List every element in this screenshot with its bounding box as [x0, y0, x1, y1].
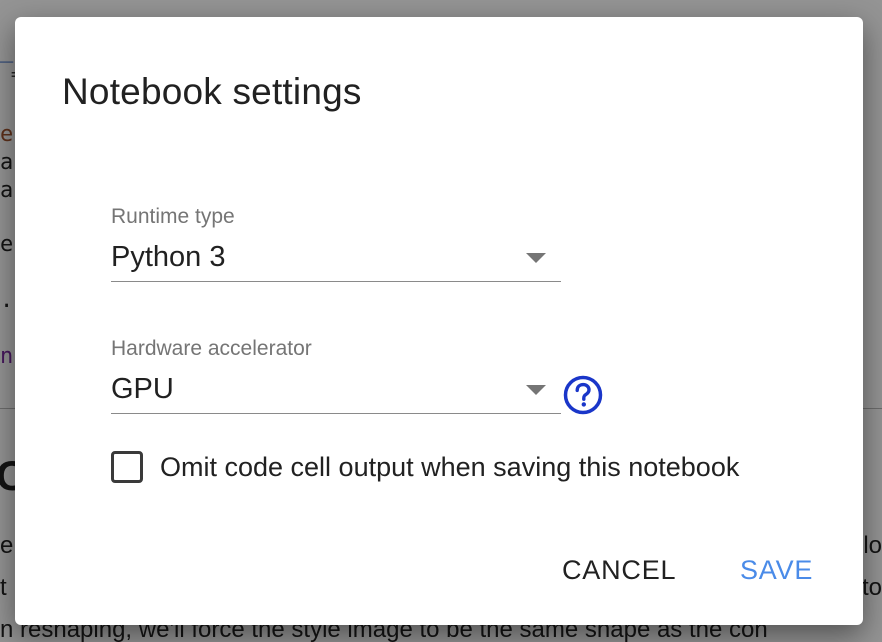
hardware-accelerator-select[interactable]: GPU: [111, 363, 561, 414]
hardware-accelerator-value: GPU: [111, 373, 174, 405]
hardware-accelerator-field: Hardware accelerator GPU: [111, 337, 561, 414]
runtime-type-field: Runtime type Python 3: [111, 205, 561, 282]
dropdown-arrow-icon: [526, 385, 546, 395]
runtime-type-select[interactable]: Python 3: [111, 231, 561, 282]
runtime-type-label: Runtime type: [111, 205, 235, 228]
notebook-settings-dialog: Notebook settings Runtime type Python 3 …: [15, 17, 863, 625]
omit-output-label: Omit code cell output when saving this n…: [160, 451, 740, 482]
omit-output-checkbox-row[interactable]: Omit code cell output when saving this n…: [111, 449, 739, 485]
omit-output-checkbox[interactable]: [111, 451, 143, 483]
dropdown-arrow-icon: [526, 253, 546, 263]
background-code-fragment: n: [0, 344, 14, 369]
runtime-type-value: Python 3: [111, 241, 226, 273]
hardware-accelerator-label: Hardware accelerator: [111, 337, 312, 360]
dialog-title: Notebook settings: [62, 71, 362, 112]
question-circle-icon[interactable]: [563, 375, 603, 415]
save-button[interactable]: SAVE: [740, 555, 813, 586]
cancel-button[interactable]: CANCEL: [562, 555, 676, 586]
background-code-fragment: e: [0, 232, 14, 257]
